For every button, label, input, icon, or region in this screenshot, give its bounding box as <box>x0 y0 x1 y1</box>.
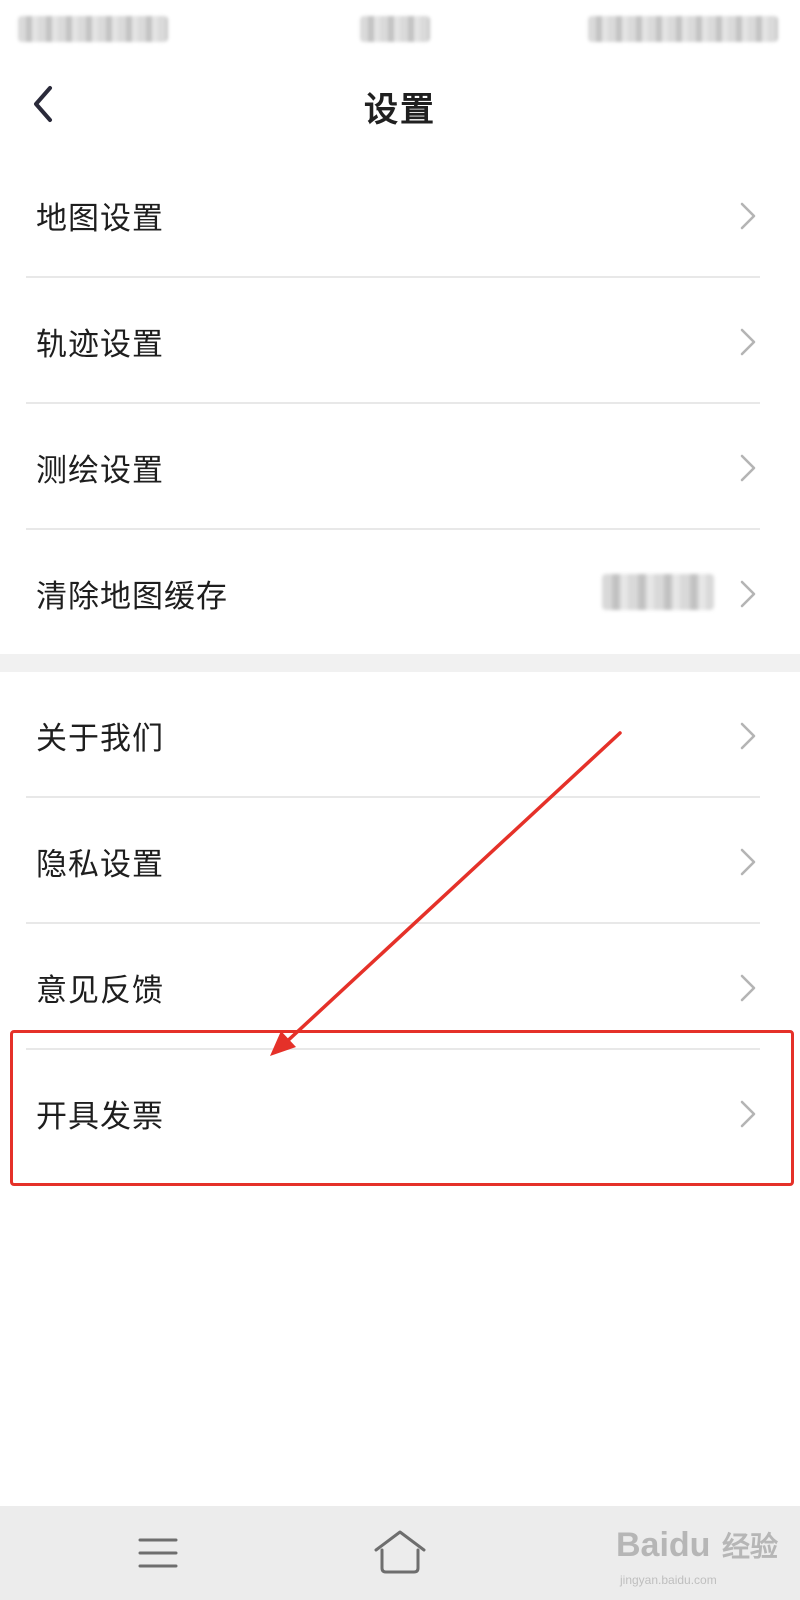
settings-item-privacy[interactable]: 隐私设置 <box>0 798 800 924</box>
settings-item-feedback[interactable]: 意见反馈 <box>0 924 800 1050</box>
settings-item-survey[interactable]: 测绘设置 <box>0 404 800 530</box>
system-nav-bar <box>0 1506 800 1600</box>
settings-item-label: 隐私设置 <box>36 847 164 883</box>
hamburger-menu-icon <box>138 1538 178 1568</box>
settings-item-map[interactable]: 地图设置 <box>0 152 800 278</box>
settings-item-label: 清除地图缓存 <box>36 579 228 615</box>
chevron-right-icon <box>740 328 756 356</box>
settings-item-label: 意见反馈 <box>36 973 164 1009</box>
chevron-right-icon <box>740 202 756 230</box>
chevron-right-icon <box>740 580 756 608</box>
menu-button[interactable] <box>130 1528 186 1578</box>
cache-size-blurred <box>602 574 714 610</box>
settings-item-clear-cache[interactable]: 清除地图缓存 <box>0 530 800 656</box>
page-title: 设置 <box>364 90 436 130</box>
settings-item-invoice[interactable]: 开具发票 <box>0 1050 800 1176</box>
chevron-right-icon <box>740 722 756 750</box>
nav-bar: 设置 <box>0 56 800 152</box>
settings-item-track[interactable]: 轨迹设置 <box>0 278 800 404</box>
settings-group-general: 关于我们 隐私设置 意见反馈 开具发票 <box>0 672 800 1176</box>
home-icon <box>374 1530 426 1574</box>
section-separator <box>0 654 800 672</box>
settings-item-about[interactable]: 关于我们 <box>0 672 800 798</box>
chevron-right-icon <box>740 1100 756 1128</box>
chevron-right-icon <box>740 974 756 1002</box>
signal-status-blurred <box>18 16 168 42</box>
status-bar <box>0 0 800 56</box>
settings-item-label: 地图设置 <box>36 201 164 237</box>
home-button[interactable] <box>372 1528 428 1578</box>
settings-group-map: 地图设置 轨迹设置 测绘设置 清除地图缓存 <box>0 152 800 656</box>
settings-item-label: 关于我们 <box>36 721 164 757</box>
chevron-right-icon <box>740 454 756 482</box>
settings-item-label: 轨迹设置 <box>36 327 164 363</box>
clock-blurred <box>360 16 430 42</box>
battery-status-blurred <box>588 16 778 42</box>
settings-item-label: 开具发票 <box>36 1099 164 1135</box>
chevron-right-icon <box>740 848 756 876</box>
settings-item-label: 测绘设置 <box>36 453 164 489</box>
